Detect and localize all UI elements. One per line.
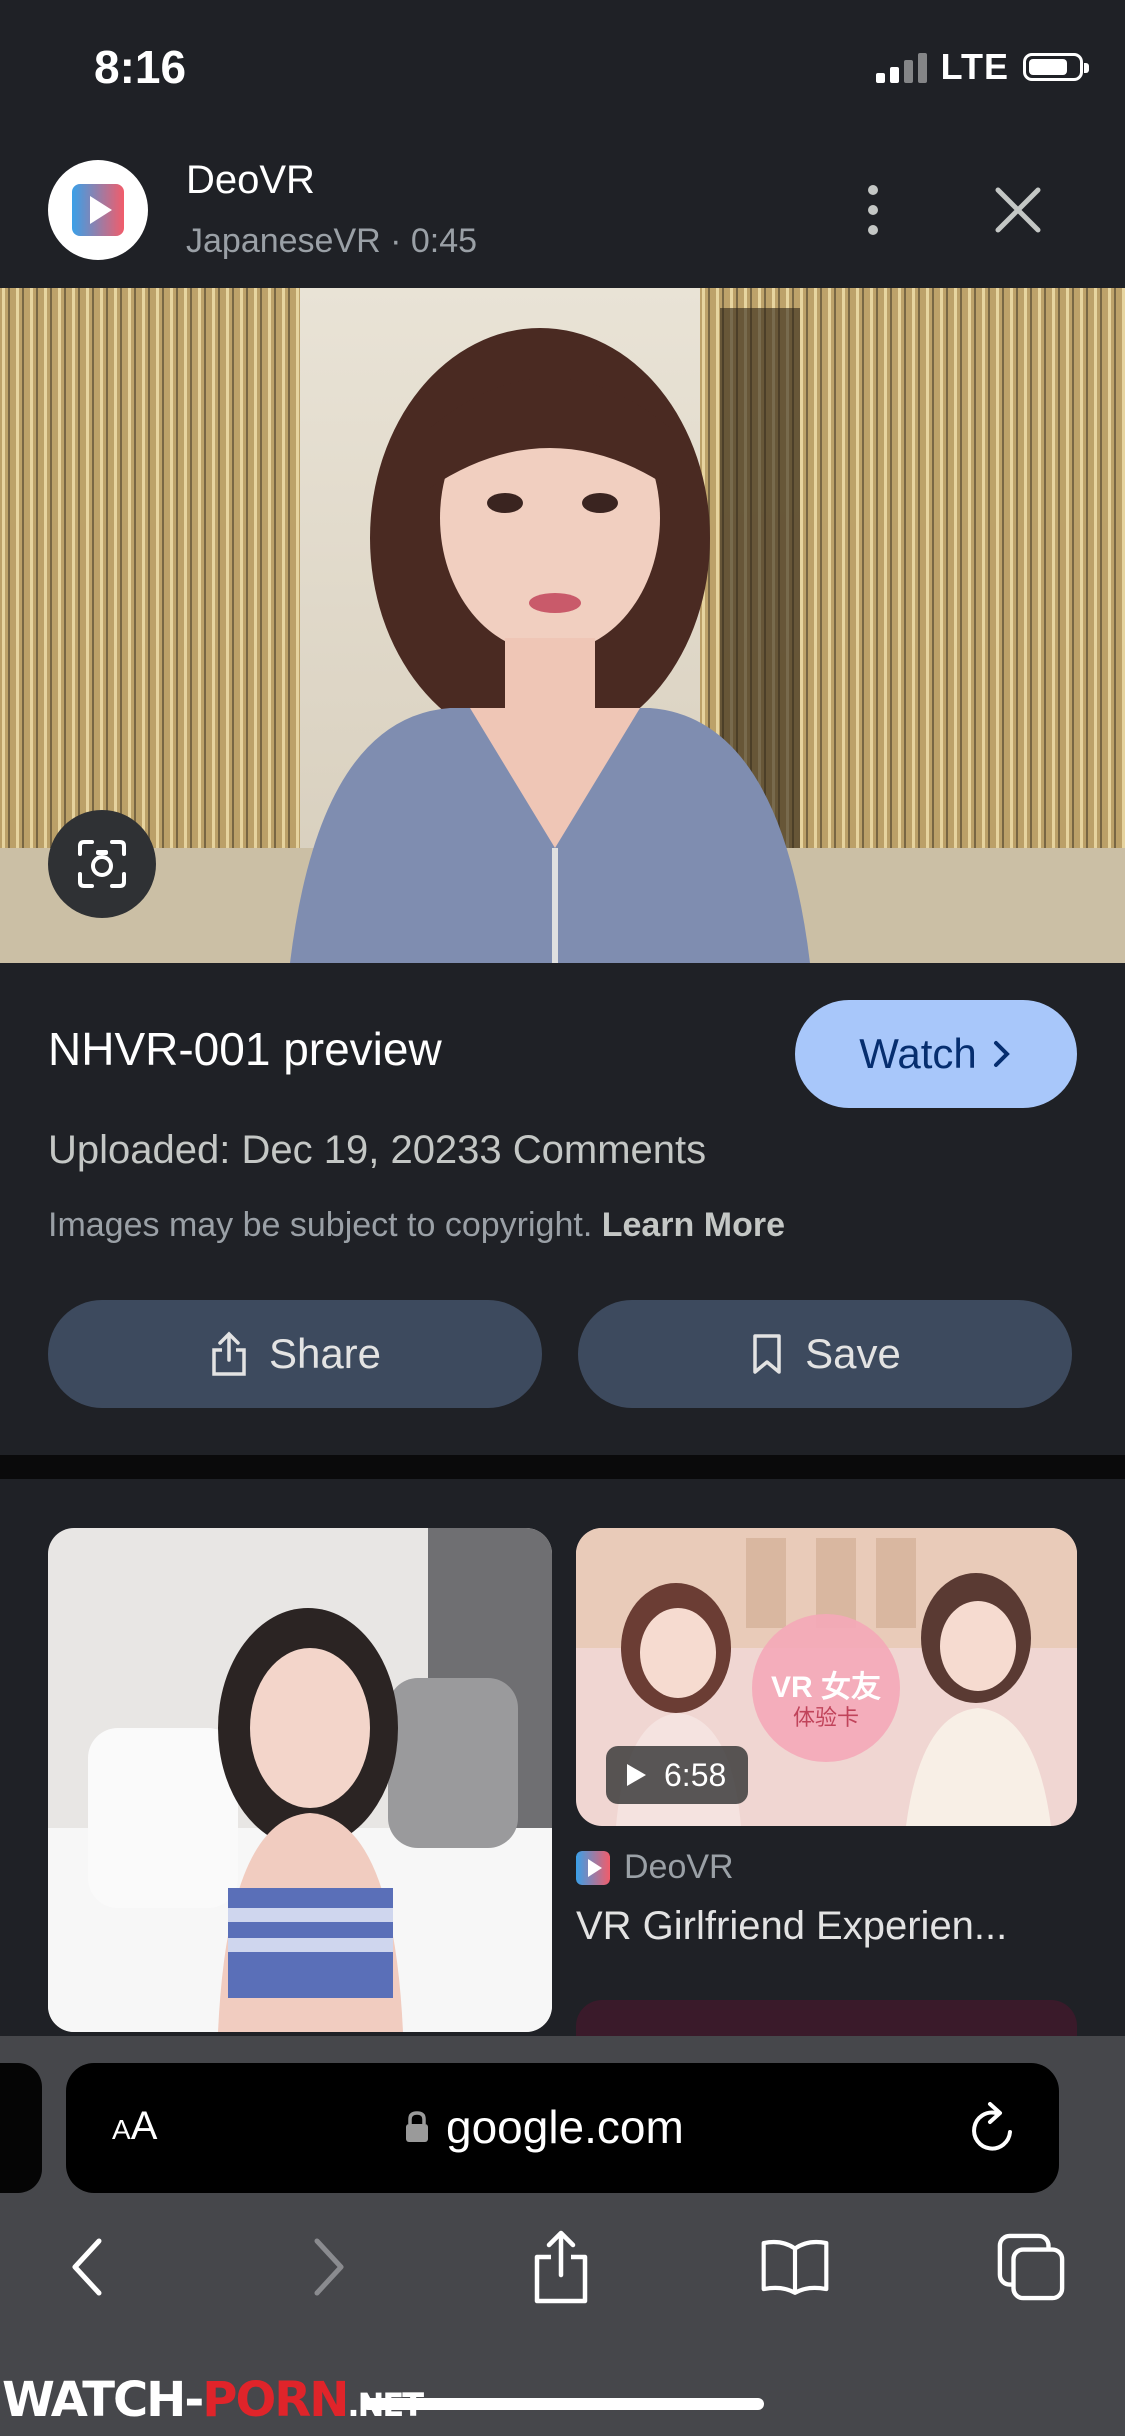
duration-badge: 6:58 [606, 1746, 749, 1804]
share-icon [212, 1331, 246, 1376]
save-button[interactable]: Save [578, 1300, 1072, 1408]
share-sheet-icon[interactable] [526, 2230, 596, 2304]
learn-more-link[interactable]: Learn More [602, 1206, 785, 1244]
bookmark-icon [753, 1334, 781, 1374]
section-divider [0, 1455, 1125, 1479]
result-source[interactable]: DeoVR [576, 1848, 734, 1887]
signal-icon [875, 51, 927, 83]
url-display[interactable]: google.com [404, 2100, 684, 2154]
home-indicator [362, 2398, 764, 2410]
duration-text: 6:58 [664, 1756, 727, 1793]
reader-settings-button[interactable]: AA [112, 2104, 157, 2149]
previous-tab-peek[interactable] [0, 2063, 42, 2193]
app-subtitle: JapaneseVR · 0:45 [186, 222, 478, 260]
copyright-text: Images may be subject to copyright. [48, 1206, 593, 1244]
play-logo-icon [72, 184, 124, 236]
chevron-right-icon [993, 1041, 1010, 1067]
share-label: Share [268, 1330, 382, 1377]
watch-label: Watch [859, 1030, 977, 1077]
copyright-notice: Images may be subject to copyright. Lear… [48, 1206, 785, 1245]
url-text: google.com [446, 2101, 684, 2153]
network-type: LTE [940, 46, 1009, 87]
page-title: NHVR-001 preview [48, 1023, 442, 1075]
share-button[interactable]: Share [48, 1300, 542, 1408]
thumb-overlay-subtext: 体验卡 [792, 1705, 859, 1730]
reload-icon[interactable] [966, 2098, 1020, 2158]
tabs-icon[interactable] [996, 2232, 1066, 2302]
result-thumbnail-1[interactable] [48, 1528, 552, 2032]
aa-large: A [130, 2104, 158, 2148]
status-indicators: LTE [875, 46, 1089, 88]
aa-small: A [112, 2114, 131, 2145]
play-logo-icon [576, 1850, 610, 1885]
play-icon [627, 1764, 646, 1786]
watermark-part-2: PORN [202, 2372, 349, 2428]
preview-image[interactable] [0, 288, 1125, 963]
result-title[interactable]: VR Girlfriend Experien... [576, 1904, 1056, 1949]
lock-icon [406, 2111, 428, 2142]
watermark-part-1: WATCH- [2, 2372, 204, 2428]
forward-icon[interactable] [294, 2232, 364, 2302]
more-vert-icon[interactable] [848, 180, 898, 240]
save-label: Save [805, 1330, 901, 1377]
watermark-part-3: .NET [347, 2386, 424, 2424]
watermark-logo: WATCH-PORN.NET [2, 2376, 424, 2424]
lens-icon[interactable] [48, 810, 156, 918]
back-icon[interactable] [52, 2232, 122, 2302]
watch-button[interactable]: Watch [795, 1000, 1077, 1108]
app-name[interactable]: DeoVR [186, 158, 315, 203]
close-icon[interactable] [988, 180, 1048, 240]
battery-icon [1023, 53, 1089, 81]
status-time: 8:16 [94, 41, 187, 93]
book-icon[interactable] [760, 2232, 830, 2302]
result-source-name: DeoVR [624, 1848, 734, 1886]
upload-info: Uploaded: Dec 19, 20233 Comments [48, 1128, 707, 1172]
app-logo[interactable] [48, 160, 148, 260]
